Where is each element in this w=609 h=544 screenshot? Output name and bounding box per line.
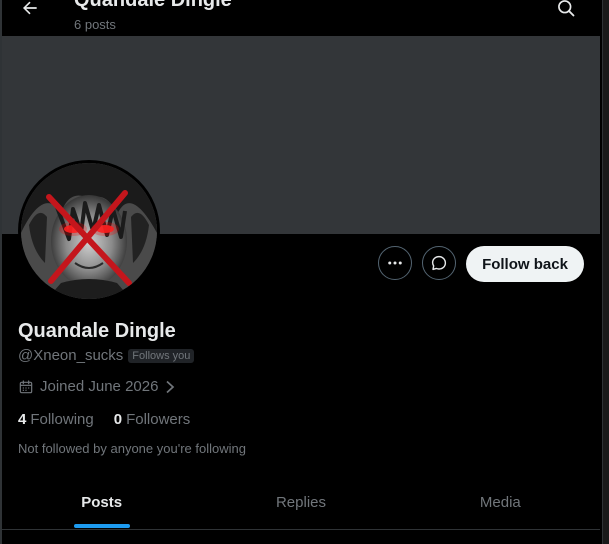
profile-tabs: Posts Replies Media — [2, 476, 600, 530]
back-button[interactable] — [14, 0, 46, 24]
search-button[interactable] — [550, 0, 582, 24]
tab-posts-label: Posts — [81, 494, 123, 511]
display-name: Quandale Dingle — [18, 320, 176, 342]
tab-replies[interactable]: Replies — [201, 476, 400, 529]
message-bubble-icon — [431, 255, 447, 271]
avatar-image — [21, 163, 157, 299]
handle-row: @Xneon_sucks Follows you — [18, 347, 195, 364]
header-title: Quandale Dingle — [74, 0, 232, 11]
followers-label: Followers — [126, 411, 191, 428]
message-button[interactable] — [422, 246, 456, 280]
joined-date: Joined June 2026 — [40, 378, 159, 395]
followers-count: 0 — [113, 411, 123, 428]
avatar[interactable] — [18, 160, 160, 302]
more-options-button[interactable] — [378, 246, 412, 280]
tab-posts[interactable]: Posts — [2, 476, 201, 529]
more-horizontal-icon — [388, 261, 402, 265]
tab-media-label: Media — [479, 494, 521, 511]
profile-page: Quandale Dingle 6 posts Follow back Quan… — [0, 0, 609, 544]
follow-stats: 4 Following 0 Followers — [18, 411, 190, 428]
follow-back-button[interactable]: Follow back — [466, 246, 584, 282]
scrollbar-track[interactable] — [602, 0, 609, 544]
search-icon — [558, 0, 575, 17]
chevron-right-icon — [166, 380, 175, 393]
following-link[interactable]: 4 Following — [18, 411, 94, 428]
tab-media[interactable]: Media — [401, 476, 600, 529]
active-tab-indicator — [73, 524, 130, 528]
follows-you-badge: Follows you — [128, 348, 195, 363]
tab-replies-label: Replies — [275, 494, 326, 511]
user-handle: @Xneon_sucks — [18, 347, 124, 364]
profile-header: Quandale Dingle 6 posts — [2, 0, 600, 36]
header-post-count: 6 posts — [74, 17, 116, 32]
followers-link[interactable]: 0 Followers — [114, 411, 191, 428]
arrow-left-icon — [23, 1, 37, 15]
social-context-text: Not followed by anyone you're following — [18, 441, 246, 456]
following-label: Following — [30, 411, 94, 428]
calendar-icon — [19, 379, 33, 393]
following-count: 4 — [18, 411, 27, 428]
joined-date-row[interactable]: Joined June 2026 — [18, 378, 176, 395]
